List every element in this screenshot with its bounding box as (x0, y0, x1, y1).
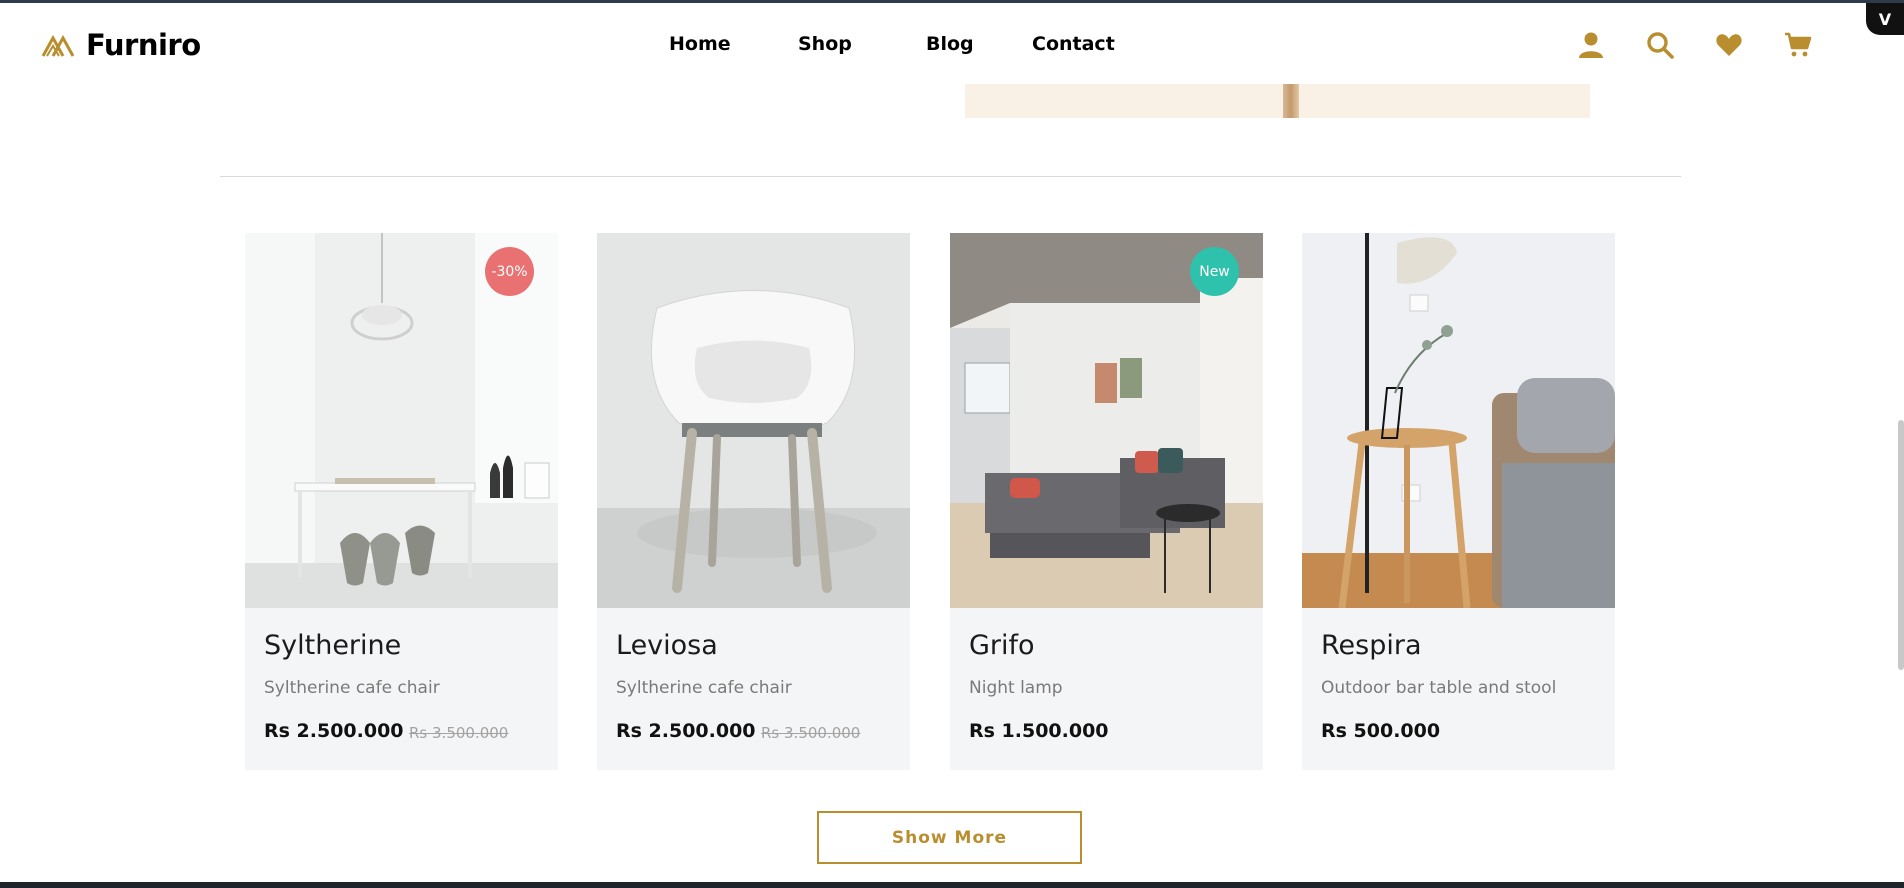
product-price: Rs 2.500.000 (616, 720, 756, 742)
nav-blog-link[interactable]: Blog (926, 33, 974, 55)
product-old-price: Rs 3.500.000 (409, 724, 509, 742)
site-header: Furniro Home Shop Blog Contact (0, 3, 1904, 86)
brand-name: Furniro (86, 28, 201, 62)
nav-home-link[interactable]: Home (669, 33, 731, 55)
brand-logo-icon (41, 34, 75, 57)
search-icon (1647, 32, 1674, 59)
hero-image-bottom (965, 84, 1590, 118)
cart-button[interactable] (1783, 30, 1813, 60)
product-description: Night lamp (969, 678, 1063, 698)
product-name: Syltherine (264, 630, 402, 661)
section-divider (220, 176, 1681, 177)
product-description: Outdoor bar table and stool (1321, 678, 1557, 698)
user-icon (1579, 32, 1603, 58)
cart-icon (1785, 32, 1812, 57)
product-image (1302, 233, 1615, 608)
search-button[interactable] (1645, 30, 1675, 60)
nav-contact-link[interactable]: Contact (1032, 33, 1115, 55)
product-image (597, 233, 910, 608)
account-button[interactable] (1576, 30, 1606, 60)
product-card[interactable]: Leviosa Syltherine cafe chair Rs 2.500.0… (597, 233, 910, 770)
product-price: Rs 1.500.000 (969, 720, 1109, 742)
product-name: Leviosa (616, 630, 718, 661)
discount-badge: -30% (485, 247, 534, 296)
product-name: Respira (1321, 630, 1422, 661)
product-card[interactable]: Respira Outdoor bar table and stool Rs 5… (1302, 233, 1615, 770)
product-name: Grifo (969, 630, 1035, 661)
new-badge: New (1190, 247, 1239, 296)
heart-icon (1716, 34, 1742, 56)
product-card[interactable]: New Grifo Night lamp Rs 1.500.000 (950, 233, 1263, 770)
product-price: Rs 2.500.000 (264, 720, 404, 742)
scrollbar-thumb[interactable] (1898, 420, 1904, 670)
product-price: Rs 500.000 (1321, 720, 1441, 742)
hero-decor (1283, 84, 1299, 118)
wishlist-button[interactable] (1714, 30, 1744, 60)
product-card[interactable]: -30% Syltherine Syltherine cafe chair Rs… (245, 233, 558, 770)
product-old-price: Rs 3.500.000 (761, 724, 861, 742)
nav-shop-link[interactable]: Shop (798, 33, 852, 55)
brand-logo[interactable]: Furniro (41, 28, 201, 62)
extension-icon[interactable]: V (1866, 3, 1904, 35)
show-more-button[interactable]: Show More (817, 811, 1082, 864)
product-description: Syltherine cafe chair (616, 678, 792, 698)
product-description: Syltherine cafe chair (264, 678, 440, 698)
taskbar-edge (0, 882, 1904, 888)
